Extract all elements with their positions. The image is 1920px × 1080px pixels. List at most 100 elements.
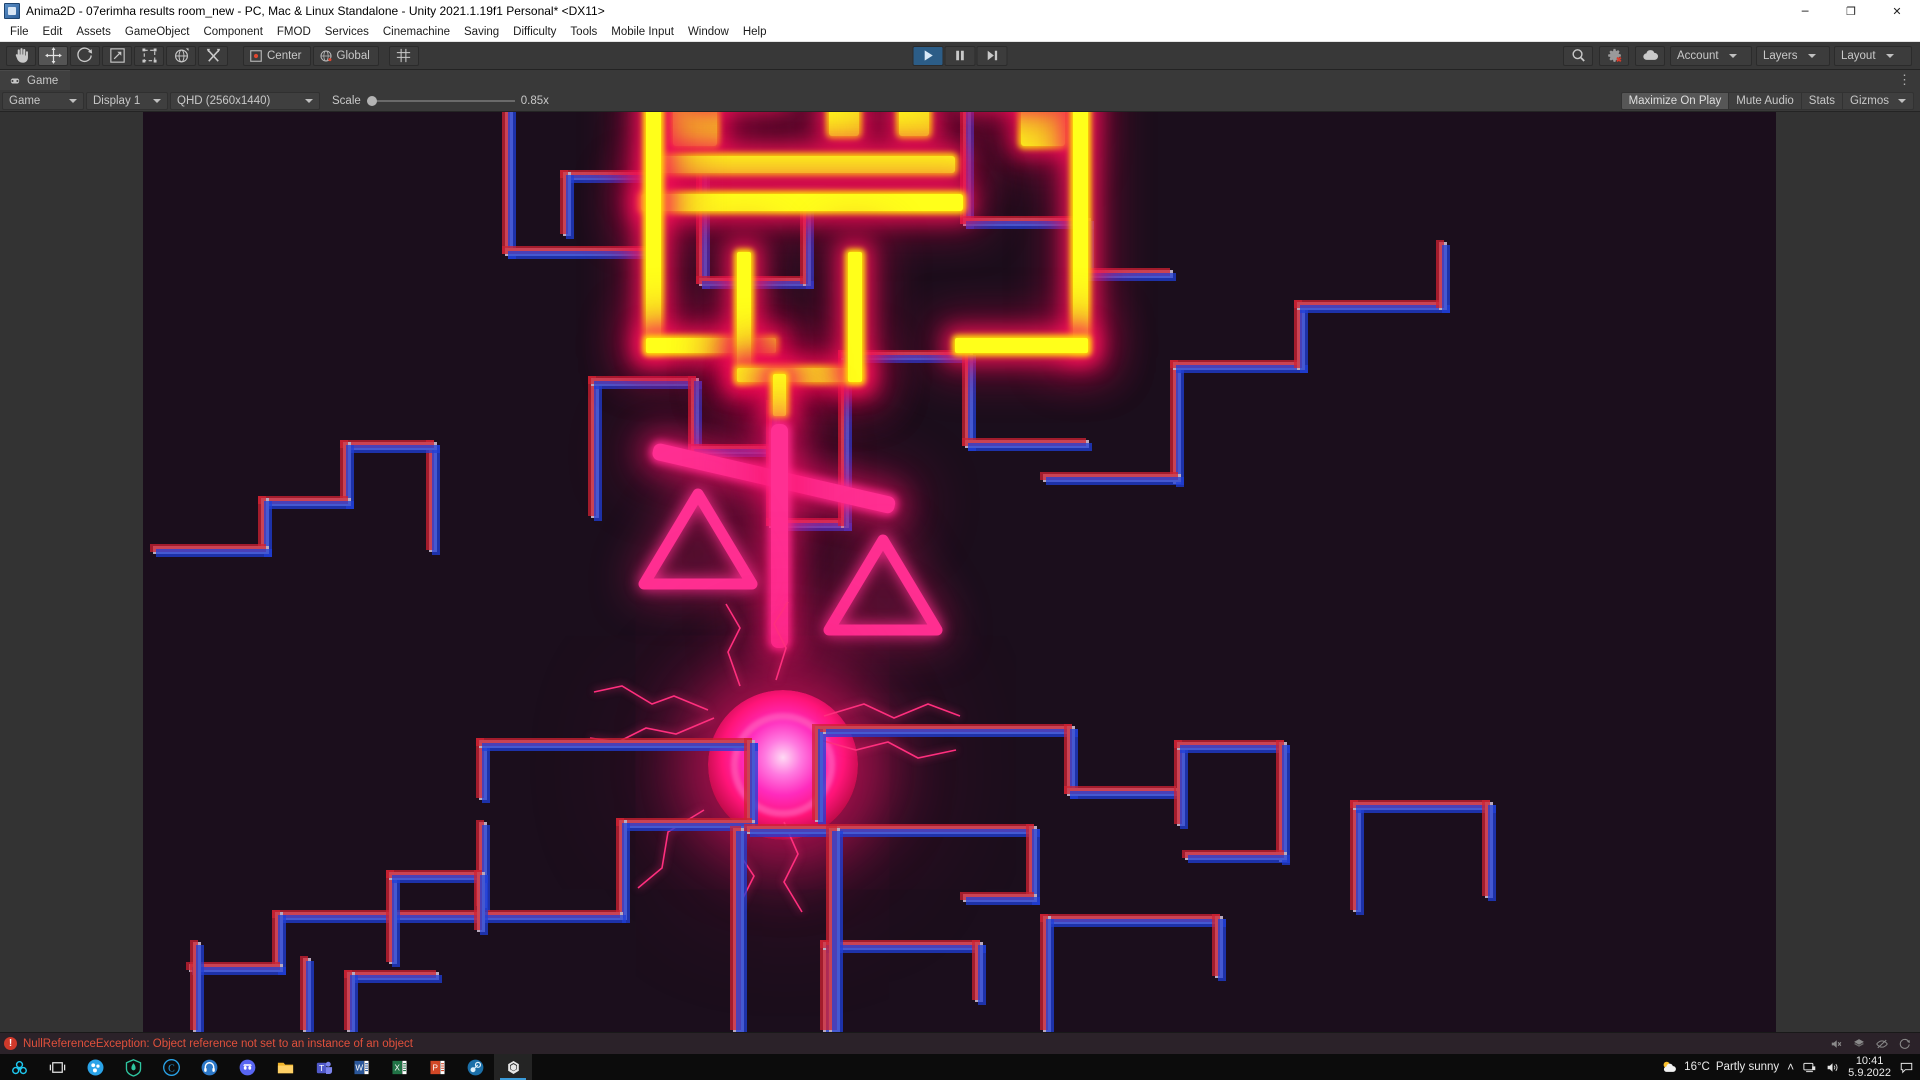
layers-label: Layers bbox=[1763, 49, 1798, 62]
rotate-tool-button[interactable] bbox=[70, 45, 100, 66]
clock-time: 10:41 bbox=[1855, 1055, 1884, 1067]
volume-icon[interactable] bbox=[1825, 1060, 1840, 1075]
grid-snapping-button[interactable] bbox=[388, 45, 419, 66]
menu-item-services[interactable]: Services bbox=[318, 24, 376, 40]
display-dropdown[interactable]: Display 1 bbox=[86, 91, 168, 110]
refresh-icon[interactable] bbox=[1898, 1037, 1912, 1051]
chevron-down-icon bbox=[1807, 53, 1816, 58]
menu-item-mobile-input[interactable]: Mobile Input bbox=[604, 24, 681, 40]
mute-icon[interactable] bbox=[1829, 1037, 1843, 1051]
taskbar-app-discord[interactable] bbox=[228, 1054, 266, 1080]
status-bar[interactable]: ! NullReferenceException: Object referen… bbox=[0, 1032, 1920, 1054]
status-bar-icons bbox=[1829, 1037, 1920, 1051]
hand-tool-button[interactable] bbox=[6, 45, 36, 66]
menu-item-tools[interactable]: Tools bbox=[563, 24, 604, 40]
pause-button[interactable] bbox=[944, 45, 976, 66]
notification-icon[interactable] bbox=[1899, 1060, 1914, 1075]
layers-status-icon[interactable] bbox=[1852, 1037, 1866, 1051]
account-dropdown[interactable]: Account bbox=[1670, 45, 1752, 66]
tab-overflow-menu[interactable]: ⋮ bbox=[1898, 72, 1912, 88]
collab-error-icon bbox=[1607, 48, 1621, 63]
scale-control: Scale 0.85x bbox=[332, 95, 549, 107]
menu-item-saving[interactable]: Saving bbox=[457, 24, 506, 40]
menu-item-assets[interactable]: Assets bbox=[69, 24, 118, 40]
unity-window-icon bbox=[4, 3, 20, 19]
microsoft-teams-icon: T bbox=[316, 1061, 332, 1074]
search-button[interactable] bbox=[1563, 45, 1593, 66]
menu-item-fmod[interactable]: FMOD bbox=[270, 24, 318, 40]
task-view-button[interactable] bbox=[38, 1054, 76, 1080]
layout-dropdown[interactable]: Layout bbox=[1834, 45, 1912, 66]
weather-description: Partly sunny bbox=[1715, 1061, 1780, 1073]
visibility-off-icon[interactable] bbox=[1875, 1037, 1889, 1051]
headset-icon bbox=[201, 1059, 217, 1075]
play-button[interactable] bbox=[912, 45, 944, 66]
step-forward-icon bbox=[987, 50, 998, 61]
partly-sunny-icon bbox=[1663, 1061, 1677, 1072]
taskbar-steam[interactable] bbox=[456, 1054, 494, 1080]
window-titlebar: Anima2D - 07erimha results room_new - PC… bbox=[0, 0, 1920, 22]
taskbar-microsoft-teams[interactable]: T bbox=[304, 1054, 342, 1080]
network-icon[interactable] bbox=[1802, 1060, 1817, 1075]
taskbar-file-explorer[interactable] bbox=[266, 1054, 304, 1080]
menu-item-window[interactable]: Window bbox=[681, 24, 736, 40]
wrench-screwdriver-icon bbox=[206, 48, 220, 62]
mute-audio-toggle[interactable]: Mute Audio bbox=[1729, 91, 1802, 110]
layers-dropdown[interactable]: Layers bbox=[1756, 45, 1830, 66]
rect-transform-tool-button[interactable] bbox=[134, 45, 164, 66]
scale-tool-button[interactable] bbox=[102, 45, 132, 66]
taskbar-microsoft-powerpoint[interactable]: P bbox=[418, 1054, 456, 1080]
taskbar-microsoft-word[interactable]: W bbox=[342, 1054, 380, 1080]
taskbar-app-unknown-blue[interactable] bbox=[76, 1054, 114, 1080]
handle-rotation-button[interactable]: Global bbox=[312, 45, 379, 66]
start-button[interactable] bbox=[0, 1054, 38, 1080]
scale-slider[interactable] bbox=[366, 95, 515, 106]
game-viewport[interactable] bbox=[143, 112, 1776, 1032]
gizmos-dropdown[interactable]: Gizmos bbox=[1843, 91, 1914, 110]
weather-widget[interactable]: 16°C Partly sunny bbox=[1660, 1058, 1779, 1076]
menu-item-gameobject[interactable]: GameObject bbox=[118, 24, 197, 40]
system-tray: 16°C Partly sunny ˄ 10:41 5.9.2022 bbox=[1660, 1055, 1920, 1079]
stats-toggle[interactable]: Stats bbox=[1801, 91, 1844, 110]
minimize-button[interactable]: ─ bbox=[1782, 0, 1828, 22]
taskbar-app-c[interactable]: C bbox=[152, 1054, 190, 1080]
collab-button[interactable] bbox=[1599, 45, 1629, 66]
unity-main-toolbar: Center Global Account Layers Layout bbox=[0, 42, 1920, 70]
editor-body bbox=[0, 112, 1920, 1032]
window-title: Anima2D - 07erimha results room_new - PC… bbox=[26, 4, 605, 18]
menu-item-help[interactable]: Help bbox=[736, 24, 774, 40]
menu-item-cinemachine[interactable]: Cinemachine bbox=[376, 24, 457, 40]
transform-tool-button[interactable] bbox=[166, 45, 196, 66]
show-hidden-icons-chevron[interactable]: ˄ bbox=[1787, 1060, 1794, 1074]
step-button[interactable] bbox=[976, 45, 1008, 66]
svg-text:W: W bbox=[355, 1063, 363, 1072]
taskbar-app-shield[interactable] bbox=[114, 1054, 152, 1080]
move-tool-button[interactable] bbox=[38, 45, 68, 66]
maximize-on-play-toggle[interactable]: Maximize On Play bbox=[1620, 91, 1730, 110]
toolbar-right-group: Account Layers Layout bbox=[1562, 45, 1920, 66]
menu-item-file[interactable]: File bbox=[3, 24, 36, 40]
menu-item-edit[interactable]: Edit bbox=[36, 24, 70, 40]
cloud-button[interactable] bbox=[1635, 45, 1665, 66]
custom-editor-tool-button[interactable] bbox=[198, 45, 228, 66]
resolution-dropdown[interactable]: QHD (2560x1440) bbox=[170, 91, 320, 110]
clock[interactable]: 10:41 5.9.2022 bbox=[1848, 1055, 1891, 1079]
taskbar-unity[interactable] bbox=[494, 1054, 532, 1080]
menu-item-component[interactable]: Component bbox=[196, 24, 269, 40]
close-button[interactable]: ✕ bbox=[1874, 0, 1920, 22]
unity-icon bbox=[507, 1060, 519, 1074]
display-label: Display 1 bbox=[93, 94, 141, 107]
scale-slider-handle[interactable] bbox=[366, 95, 377, 106]
taskbar-app-headset[interactable] bbox=[190, 1054, 228, 1080]
pause-icon bbox=[956, 50, 964, 61]
scale-label: Scale bbox=[332, 94, 361, 107]
view-mode-label: Game bbox=[9, 94, 41, 107]
pivot-mode-button[interactable]: Center bbox=[243, 45, 311, 66]
play-controls bbox=[912, 45, 1008, 66]
tab-game[interactable]: Game bbox=[0, 70, 71, 90]
maximize-button[interactable]: ❐ bbox=[1828, 0, 1874, 22]
taskbar-microsoft-excel[interactable]: X bbox=[380, 1054, 418, 1080]
menu-item-difficulty[interactable]: Difficulty bbox=[506, 24, 563, 40]
view-mode-dropdown[interactable]: Game bbox=[2, 91, 84, 110]
error-badge-icon: ! bbox=[4, 1037, 17, 1050]
